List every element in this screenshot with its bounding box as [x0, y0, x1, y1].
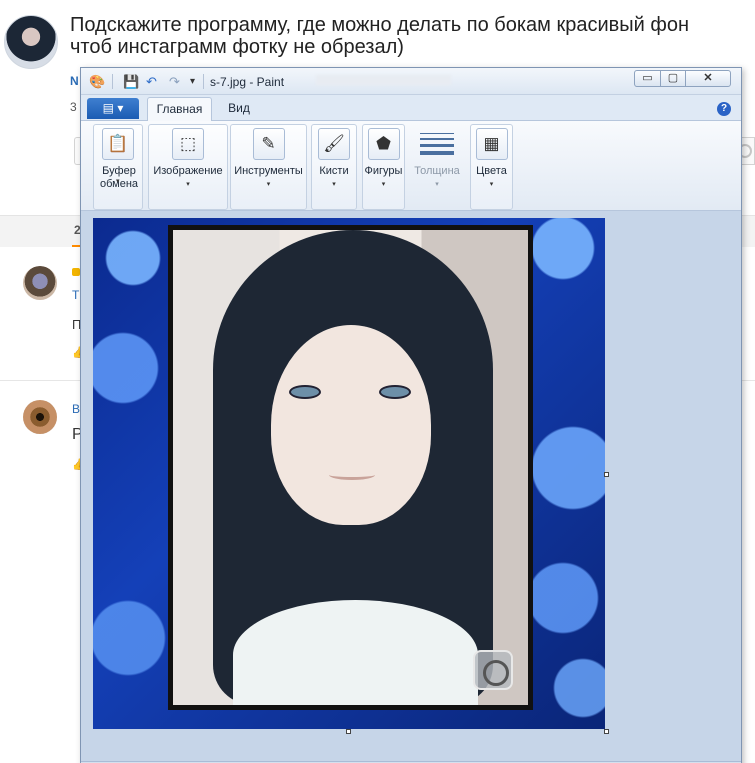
chevron-down-icon: ▾ [435, 181, 439, 188]
comment-author[interactable]: T [72, 288, 79, 302]
resize-handle-right[interactable] [604, 472, 609, 477]
ribbon: 📋 Буфер обмена ▾ ⬚ Изображение ▾ ✎ Инстр… [81, 121, 741, 211]
quick-access-divider [112, 74, 113, 89]
paint-menu-button[interactable]: ▤ ▾ [87, 98, 139, 119]
paint-app-icon[interactable]: 🎨 [89, 74, 105, 89]
undo-icon[interactable]: ↶ [144, 74, 159, 89]
clipboard-group-button[interactable]: 📋 Буфер обмена ▾ [93, 124, 143, 210]
canvas-image[interactable] [93, 218, 605, 729]
brushes-group-button[interactable]: 🖌 Кисти ▾ [311, 124, 357, 210]
comment-author[interactable]: В [72, 402, 80, 416]
line-size-icon [420, 133, 454, 159]
tools-icon: ✎ [252, 128, 285, 160]
shapes-label: Фигуры [364, 165, 403, 177]
photo-eye [289, 385, 321, 399]
photo-eye [379, 385, 411, 399]
chevron-down-icon: ▾ [186, 181, 190, 188]
chevron-down-icon: ▾ [116, 178, 120, 185]
blurred-background-text [316, 75, 451, 85]
image-label: Изображение [153, 165, 223, 177]
chevron-down-icon: ▾ [332, 181, 336, 188]
brush-icon: 🖌 [318, 128, 350, 160]
photo-face [271, 325, 431, 525]
resize-handle-bottom[interactable] [346, 729, 351, 734]
tools-group-button[interactable]: ✎ Инструменты ▾ [230, 124, 307, 210]
select-icon: ⬚ [172, 128, 204, 160]
comment-avatar[interactable] [23, 266, 57, 300]
tools-label: Инструменты [234, 165, 303, 177]
comment-avatar[interactable] [23, 400, 57, 434]
canvas-area[interactable] [81, 211, 741, 763]
question-title: Подскажите программу, где можно делать п… [70, 14, 755, 58]
colors-label: Цвета [476, 165, 507, 177]
chevron-down-icon: ▾ [489, 181, 494, 188]
chevron-down-icon: ▾ [266, 181, 271, 188]
question-author-avatar[interactable] [4, 15, 58, 69]
minimize-button[interactable]: ▭ [634, 70, 661, 87]
size-group-button[interactable]: Толщина ▾ [409, 124, 465, 210]
quick-access-divider [203, 74, 204, 89]
image-group-button[interactable]: ⬚ Изображение ▾ [148, 124, 228, 210]
question-meta: 3 [70, 100, 77, 114]
brushes-label: Кисти [319, 165, 349, 177]
question-title-line1: Подскажите программу, где можно делать п… [70, 14, 690, 36]
shapes-group-button[interactable]: ⬟ Фигуры ▾ [362, 124, 405, 210]
question-title-line2: чтоб инстаграмм фотку не обрезал) [70, 36, 404, 58]
paint-titlebar[interactable]: 🎨 💾 ↶ ↷ ▾ s-7.jpg - Paint ▭ ▢ ✕ [81, 68, 741, 95]
save-icon[interactable]: 💾 [123, 74, 139, 89]
question-author-name[interactable]: N [70, 74, 79, 88]
camera-icon [473, 650, 513, 690]
ribbon-tabs: ▤ ▾ Главная Вид ? [81, 95, 741, 121]
paint-window: 🎨 💾 ↶ ↷ ▾ s-7.jpg - Paint ▭ ▢ ✕ ▤ ▾ Глав… [80, 67, 742, 763]
help-icon[interactable]: ? [717, 102, 731, 116]
tab-home[interactable]: Главная [147, 97, 212, 121]
window-title: s-7.jpg - Paint [210, 75, 285, 89]
maximize-button[interactable]: ▢ [660, 70, 686, 87]
customize-quick-access-icon[interactable]: ▾ [185, 74, 200, 89]
resize-handle-corner[interactable] [604, 729, 609, 734]
color-palette-icon: ▦ [475, 128, 508, 160]
shapes-icon: ⬟ [367, 128, 400, 160]
colors-group-button[interactable]: ▦ Цвета ▾ [470, 124, 513, 210]
clipboard-icon: 📋 [102, 128, 134, 160]
user-badge-icon [72, 268, 80, 276]
size-label: Толщина [414, 165, 460, 177]
tab-view[interactable]: Вид [221, 97, 257, 121]
photo-mouth [329, 470, 375, 480]
photo-shirt [233, 600, 478, 705]
close-button[interactable]: ✕ [685, 70, 731, 87]
portrait-photo [168, 225, 533, 710]
chevron-down-icon: ▾ [381, 181, 386, 188]
redo-icon[interactable]: ↷ [167, 74, 182, 89]
